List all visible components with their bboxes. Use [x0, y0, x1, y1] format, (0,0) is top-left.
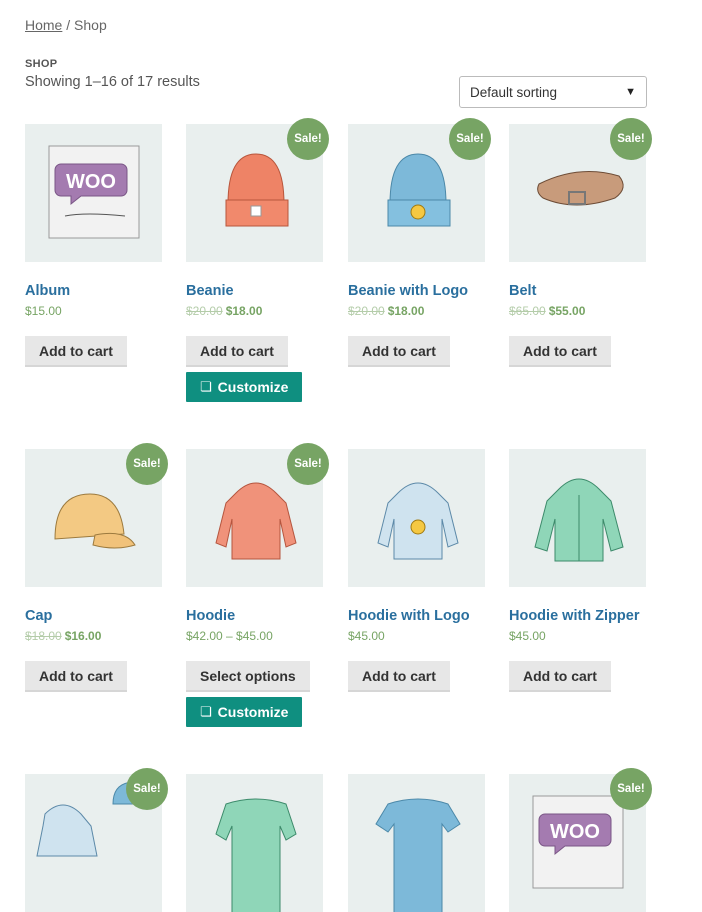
sale-badge: Sale!: [449, 118, 491, 160]
product-card: Hoodie with Logo $45.00 Add to cart: [348, 449, 486, 692]
product-price: $42.00 – $45.00: [186, 629, 273, 643]
original-price: $20.00: [348, 304, 385, 318]
current-price: $45.00: [509, 629, 546, 643]
product-image[interactable]: [509, 449, 646, 587]
add-to-cart-button[interactable]: Add to cart: [25, 661, 127, 692]
crop-icon: ❏: [200, 379, 212, 394]
product-title-link[interactable]: Beanie: [186, 283, 234, 299]
product-image[interactable]: Sale!: [509, 118, 652, 262]
hoodie-zipper-icon: [534, 478, 624, 562]
add-to-cart-button[interactable]: Add to cart: [509, 336, 611, 367]
current-price: $15.00: [25, 304, 62, 318]
customize-button[interactable]: ❏ Customize: [186, 697, 303, 727]
product-price: $20.00 $18.00: [348, 304, 424, 318]
product-price: $65.00 $55.00: [509, 304, 585, 318]
product-card: Sale! Beanie with Logo $20.00 $18.00 Add to …: [348, 118, 491, 367]
product-price: $20.00 $18.00: [186, 304, 262, 318]
add-to-cart-button[interactable]: Add to cart: [348, 336, 450, 367]
product-title-link[interactable]: Album: [25, 283, 70, 299]
svg-text:WOO: WOO: [66, 171, 116, 193]
product-price: $45.00: [509, 629, 546, 643]
sale-badge: Sale!: [610, 768, 652, 810]
product-title-link[interactable]: Hoodie with Zipper: [509, 608, 640, 624]
crop-icon: ❏: [200, 704, 212, 719]
add-to-cart-button[interactable]: Add to cart: [186, 336, 288, 367]
product-image[interactable]: [186, 774, 323, 912]
product-title-link[interactable]: Cap: [25, 608, 52, 624]
breadcrumb-current: Shop: [74, 17, 107, 33]
add-to-cart-button[interactable]: Add to cart: [348, 661, 450, 692]
product-card: WOO Sale!: [509, 768, 652, 912]
product-image[interactable]: WOO Sale!: [509, 768, 652, 912]
svg-text:WOO: WOO: [550, 821, 600, 843]
product-image[interactable]: [348, 449, 485, 587]
add-to-cart-button[interactable]: Add to cart: [509, 661, 611, 692]
product-image[interactable]: Sale!: [25, 443, 168, 587]
sale-badge: Sale!: [610, 118, 652, 160]
product-card: Sale! Belt $65.00 $55.00 Add to cart: [509, 118, 652, 367]
product-card: Hoodie with Zipper $45.00 Add to cart: [509, 449, 647, 692]
sorting-select[interactable]: Default sorting ▼: [459, 76, 647, 108]
product-title-link[interactable]: Hoodie with Logo: [348, 608, 470, 624]
page-title: SHOP: [25, 58, 58, 70]
customize-label: Customize: [217, 704, 289, 720]
customize-button[interactable]: ❏ Customize: [186, 372, 303, 402]
current-price: $45.00: [348, 629, 385, 643]
product-title-link[interactable]: Beanie with Logo: [348, 283, 468, 299]
breadcrumb-separator: /: [62, 17, 75, 33]
original-price: $65.00: [509, 304, 546, 318]
long-sleeve-tee-icon: [215, 798, 297, 912]
current-price: $42.00 – $45.00: [186, 629, 273, 643]
breadcrumb-home-link[interactable]: Home: [25, 17, 62, 33]
add-to-cart-button[interactable]: Add to cart: [25, 336, 127, 367]
album-icon: WOO: [48, 145, 140, 239]
product-title-link[interactable]: Hoodie: [186, 608, 235, 624]
product-image[interactable]: Sale!: [186, 118, 329, 262]
chevron-down-icon: ▼: [625, 86, 636, 98]
product-card: Sale! Cap $18.00 $16.00 Add to cart: [25, 443, 168, 692]
current-price: $18.00: [387, 304, 425, 318]
product-title-link[interactable]: Belt: [509, 283, 536, 299]
polo-icon: [375, 798, 461, 912]
product-price: $18.00 $16.00: [25, 629, 101, 643]
product-card: Sale! Beanie $20.00 $18.00 Add to cart ❏ Cus…: [186, 118, 329, 402]
product-price: $15.00: [25, 304, 62, 318]
sorting-value: Default sorting: [470, 84, 558, 100]
sale-badge: Sale!: [126, 768, 168, 810]
customize-label: Customize: [217, 379, 289, 395]
product-image[interactable]: Sale!: [25, 768, 168, 912]
hoodie-logo-icon: [377, 482, 459, 560]
product-card: Sale!: [25, 768, 168, 912]
breadcrumb: Home / Shop: [25, 17, 107, 33]
product-card: [186, 774, 324, 912]
original-price: $20.00: [186, 304, 223, 318]
current-price: $16.00: [64, 629, 102, 643]
current-price: $18.00: [225, 304, 263, 318]
product-image[interactable]: [348, 774, 485, 912]
product-image[interactable]: WOO: [25, 124, 162, 262]
current-price: $55.00: [548, 304, 586, 318]
add-to-cart-button[interactable]: Select options: [186, 661, 310, 692]
product-image[interactable]: Sale!: [186, 443, 329, 587]
product-card: [348, 774, 486, 912]
product-card: WOO Album $15.00 Add to cart: [25, 124, 163, 367]
result-count: Showing 1–16 of 17 results: [25, 74, 200, 90]
sale-badge: Sale!: [287, 118, 329, 160]
original-price: $18.00: [25, 629, 62, 643]
sale-badge: Sale!: [287, 443, 329, 485]
product-price: $45.00: [348, 629, 385, 643]
product-image[interactable]: Sale!: [348, 118, 491, 262]
product-card: Sale! Hoodie $42.00 – $45.00 Select options…: [186, 443, 329, 727]
sale-badge: Sale!: [126, 443, 168, 485]
